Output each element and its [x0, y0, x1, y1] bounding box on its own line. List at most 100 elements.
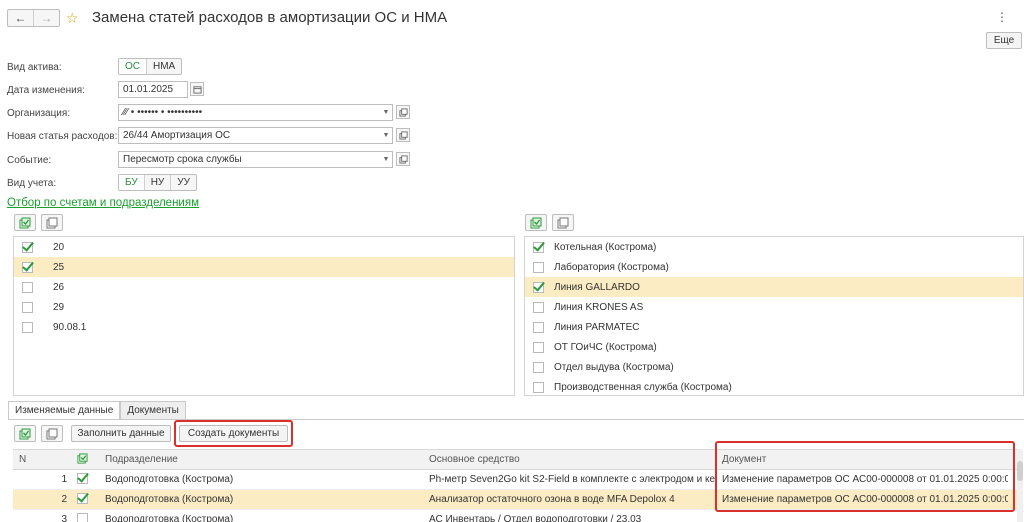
tab-documents[interactable]: Документы — [120, 401, 186, 419]
divisions-list: Котельная (Кострома) Лаборатория (Костро… — [524, 236, 1024, 396]
check-all-button[interactable] — [14, 214, 36, 231]
filter-link[interactable]: Отбор по счетам и подразделениям — [7, 197, 199, 209]
accounting-type-bu[interactable]: БУ — [119, 175, 144, 190]
check-all-icon — [19, 428, 31, 439]
dropdown-arrow-icon[interactable]: ▼ — [380, 128, 392, 143]
open-organization-icon[interactable] — [396, 105, 410, 119]
asset-type-nma[interactable]: НМА — [146, 59, 181, 74]
list-item[interactable]: Линия PARMATEC — [525, 317, 1023, 337]
checkbox[interactable] — [22, 301, 33, 313]
checkbox[interactable] — [533, 341, 544, 353]
checkbox[interactable] — [22, 321, 33, 333]
check-all-icon — [530, 217, 542, 228]
uncheck-all-icon — [557, 217, 569, 228]
asset-type-label: Вид актива: — [7, 62, 62, 73]
account-code: 29 — [53, 301, 65, 313]
row-division: Водоподготовка (Кострома) — [105, 474, 234, 485]
list-item[interactable]: 90.08.1 — [14, 317, 514, 337]
window-title: Замена статей расходов в амортизации ОС … — [92, 9, 448, 26]
tab-changed-data[interactable]: Изменяемые данные — [8, 401, 121, 419]
uncheck-all-rows-button[interactable] — [41, 425, 63, 442]
list-item[interactable]: 20 — [14, 237, 514, 257]
division-name: Линия PARMATEC — [554, 321, 640, 333]
division-name: Лаборатория (Кострома) — [554, 261, 669, 273]
checkbox[interactable] — [533, 381, 544, 393]
list-item[interactable]: 29 — [14, 297, 514, 317]
uncheck-all-divisions-button[interactable] — [552, 214, 574, 231]
row-number: 2 — [61, 494, 67, 505]
list-item[interactable]: Лаборатория (Кострома) — [525, 257, 1023, 277]
organization-input[interactable]: ∕∕∕ • •••••• • •••••••••• ▼ — [118, 104, 393, 121]
col-n[interactable]: N — [13, 454, 73, 465]
accounting-type-uu[interactable]: УУ — [170, 175, 196, 190]
forward-arrow-icon[interactable]: → — [33, 10, 59, 26]
account-code: 20 — [53, 241, 65, 253]
checkbox[interactable] — [533, 261, 544, 273]
col-check[interactable] — [73, 452, 101, 467]
document-highlight — [715, 441, 1015, 512]
event-input[interactable]: Пересмотр срока службы ▼ — [118, 151, 393, 168]
col-division[interactable]: Подразделение — [101, 454, 425, 465]
calendar-icon[interactable] — [190, 82, 204, 96]
organization-value: ∕∕∕ • •••••• • •••••••••• — [123, 107, 203, 118]
more-button[interactable]: Еще — [986, 32, 1022, 49]
list-item[interactable]: 25 — [14, 257, 514, 277]
dropdown-arrow-icon[interactable]: ▼ — [380, 105, 392, 120]
list-item[interactable]: Производственная служба (Кострома) — [525, 377, 1023, 395]
checkbox[interactable] — [77, 472, 88, 484]
division-name: Котельная (Кострома) — [554, 241, 657, 253]
back-arrow-icon[interactable]: ← — [8, 10, 33, 26]
division-name: Отдел выдува (Кострома) — [554, 361, 674, 373]
open-expense-icon[interactable] — [396, 128, 410, 142]
checkbox[interactable] — [533, 241, 544, 253]
checkbox[interactable] — [533, 301, 544, 313]
list-item[interactable]: Отдел выдува (Кострома) — [525, 357, 1023, 377]
kebab-menu-icon[interactable]: ⋮ — [996, 10, 1008, 24]
checkbox[interactable] — [533, 321, 544, 333]
new-expense-value: 26/44 Амортизация ОС — [123, 130, 231, 141]
change-date-input[interactable]: 01.01.2025 — [118, 81, 188, 98]
list-item[interactable]: Линия KRONES AS — [525, 297, 1023, 317]
list-item[interactable]: Котельная (Кострома) — [525, 237, 1023, 257]
row-number: 1 — [61, 474, 67, 485]
scroll-thumb[interactable] — [1017, 461, 1023, 481]
uncheck-all-icon — [46, 217, 58, 228]
row-asset: Ph-метр Seven2Go kit S2-Field в комплект… — [429, 474, 718, 485]
list-item[interactable]: Линия GALLARDO — [525, 277, 1023, 297]
accounting-type-label: Вид учета: — [7, 178, 57, 189]
row-division: Водоподготовка (Кострома) — [105, 494, 234, 505]
dropdown-arrow-icon[interactable]: ▼ — [380, 152, 392, 167]
asset-type-os[interactable]: ОС — [119, 59, 146, 74]
row-asset: Анализатор остаточного озона в воде MFA … — [429, 494, 675, 505]
favorite-star-icon[interactable]: ☆ — [66, 10, 79, 27]
checkbox[interactable] — [22, 261, 33, 273]
checkbox[interactable] — [22, 241, 33, 253]
new-expense-label: Новая статья расходов: — [7, 131, 118, 142]
checkbox[interactable] — [77, 492, 88, 504]
checkbox[interactable] — [77, 512, 88, 522]
new-expense-input[interactable]: 26/44 Амортизация ОС ▼ — [118, 127, 393, 144]
row-division: Водоподготовка (Кострома) — [105, 514, 234, 522]
event-value: Пересмотр срока службы — [123, 154, 242, 165]
create-documents-button[interactable]: Создать документы — [179, 425, 288, 442]
checkbox[interactable] — [533, 361, 544, 373]
list-item[interactable]: 26 — [14, 277, 514, 297]
tab-bar: Изменяемые данные Документы — [8, 401, 186, 419]
tab-divider — [8, 419, 1024, 420]
open-event-icon[interactable] — [396, 152, 410, 166]
fill-data-button[interactable]: Заполнить данные — [71, 425, 171, 442]
accounts-list: 20 25 26 29 90.08.1 — [13, 236, 515, 396]
checkbox[interactable] — [22, 281, 33, 293]
grid-scrollbar[interactable] — [1017, 449, 1023, 522]
check-all-divisions-button[interactable] — [525, 214, 547, 231]
uncheck-all-button[interactable] — [41, 214, 63, 231]
account-code: 90.08.1 — [53, 321, 87, 333]
division-name: Линия KRONES AS — [554, 301, 644, 313]
check-all-rows-button[interactable] — [14, 425, 36, 442]
list-item[interactable]: ОТ ГОиЧС (Кострома) — [525, 337, 1023, 357]
accounting-type-nu[interactable]: НУ — [143, 175, 171, 190]
checkbox[interactable] — [533, 281, 544, 293]
division-name: Производственная служба (Кострома) — [554, 381, 732, 393]
col-asset[interactable]: Основное средство — [425, 454, 718, 465]
row-number: 3 — [61, 514, 67, 522]
